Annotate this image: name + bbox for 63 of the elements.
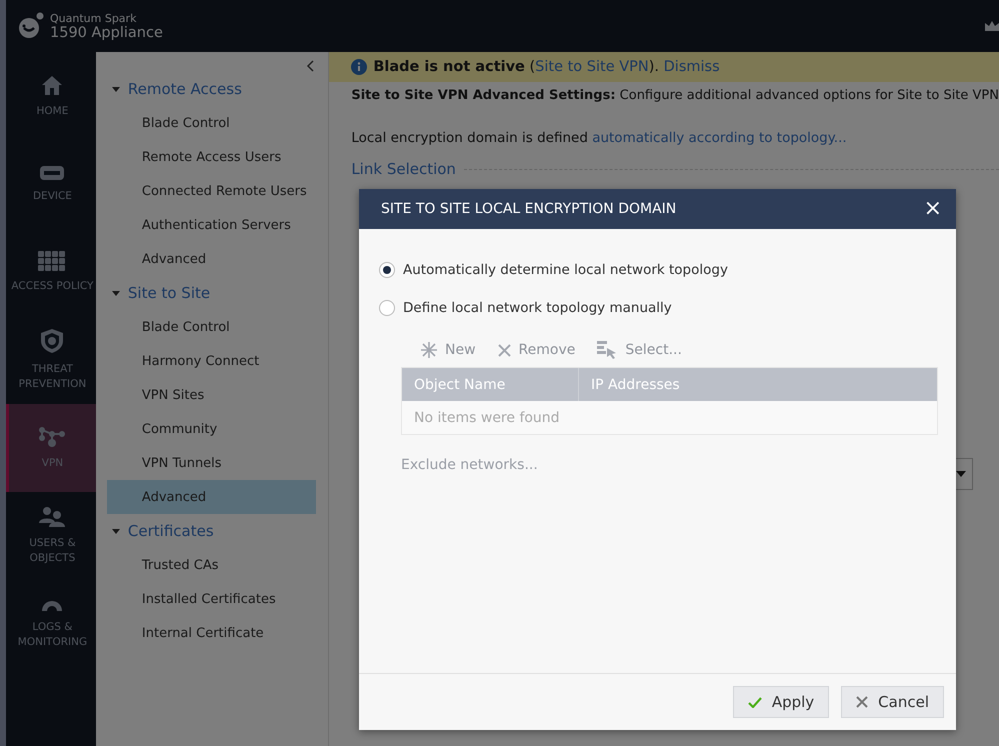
tree-group[interactable]: Site to Site [128, 284, 210, 302]
sparkle-icon [421, 342, 437, 358]
tree-group[interactable]: Remote Access [128, 80, 242, 98]
tree-item[interactable]: Installed Certificates [106, 582, 316, 616]
shield-icon [40, 328, 64, 354]
close-button[interactable]: × [924, 198, 942, 220]
banner-link[interactable]: Dismiss [664, 59, 720, 75]
logo-icon [18, 12, 44, 40]
caret-icon[interactable] [112, 290, 120, 296]
settings-description: Site to Site VPN Advanced Settings: Configure additional advanced options for Site to Site VPN [350, 87, 999, 103]
users-icon [39, 506, 66, 528]
radio-label[interactable]: Define local network topology manually [403, 300, 672, 316]
close-icon [856, 696, 868, 708]
list-cursor-icon [597, 341, 618, 359]
banner-link[interactable]: Site to Site VPN [535, 59, 649, 75]
tree-item[interactable]: Harmony Connect [106, 344, 316, 378]
nav-item[interactable]: HOME [6, 52, 96, 140]
column-header: Object Name [402, 368, 579, 401]
caret-icon [956, 471, 966, 477]
section-title: Link Selection [351, 160, 456, 178]
tree-item[interactable]: Advanced [106, 242, 316, 276]
tree-item[interactable]: Internal Certificate [106, 616, 316, 650]
nav-item[interactable]: ACCESS POLICY [6, 228, 96, 316]
product-name: Quantum Spark [50, 12, 136, 24]
tree-item[interactable]: Blade Control [106, 106, 316, 140]
appliance-model: 1590 Appliance [50, 24, 163, 40]
tree-item[interactable]: Blade Control [106, 310, 316, 344]
grid-icon [38, 250, 66, 270]
tree-item[interactable]: VPN Sites [106, 378, 316, 412]
tree-item[interactable]: VPN Tunnels [106, 446, 316, 480]
radio-button[interactable] [379, 262, 395, 278]
checkmark-icon [748, 696, 762, 708]
encryption-domain-text: Local encryption domain is defined automatically according to topology... [350, 129, 848, 146]
caret-icon[interactable] [112, 528, 120, 534]
gauge-icon [40, 598, 64, 612]
dialog-button[interactable]: Cancel [841, 686, 944, 718]
topology-link[interactable]: automatically according to topology... [592, 130, 847, 146]
caret-icon[interactable] [112, 86, 120, 92]
nav-item[interactable]: THREAT PREVENTION [6, 316, 96, 404]
remove-icon [498, 344, 511, 356]
empty-message: No items were found [413, 408, 561, 428]
column-header: IP Addresses [590, 376, 681, 394]
dialog-title: SITE TO SITE LOCAL ENCRYPTION DOMAIN [381, 201, 678, 217]
network-nodes-icon [38, 426, 66, 448]
info-icon [351, 59, 368, 75]
radio-button[interactable] [379, 300, 395, 316]
device-icon [39, 164, 66, 180]
crown-icon[interactable] [985, 21, 999, 31]
nav-item[interactable]: USERS & OBJECTS [6, 492, 96, 580]
nav-item[interactable]: DEVICE [6, 140, 96, 228]
tree-item[interactable]: Advanced [106, 480, 316, 514]
tree-item[interactable]: Community [106, 412, 316, 446]
collapse-icon[interactable] [306, 60, 314, 72]
dialog-button[interactable]: Apply [732, 686, 830, 718]
tree-group[interactable]: Certificates [128, 522, 214, 540]
radio-label[interactable]: Automatically determine local network topology [403, 262, 728, 278]
tree-item[interactable]: Authentication Servers [106, 208, 316, 242]
tree-item[interactable]: Connected Remote Users [106, 174, 316, 208]
nav-item[interactable]: LOGS & MONITORING [6, 580, 96, 668]
home-icon [41, 74, 64, 96]
banner-message: Blade is not active (Site to Site VPN). Dismiss [373, 59, 720, 75]
tree-item[interactable]: Trusted CAs [106, 548, 316, 582]
tree-item[interactable]: Remote Access Users [106, 140, 316, 174]
